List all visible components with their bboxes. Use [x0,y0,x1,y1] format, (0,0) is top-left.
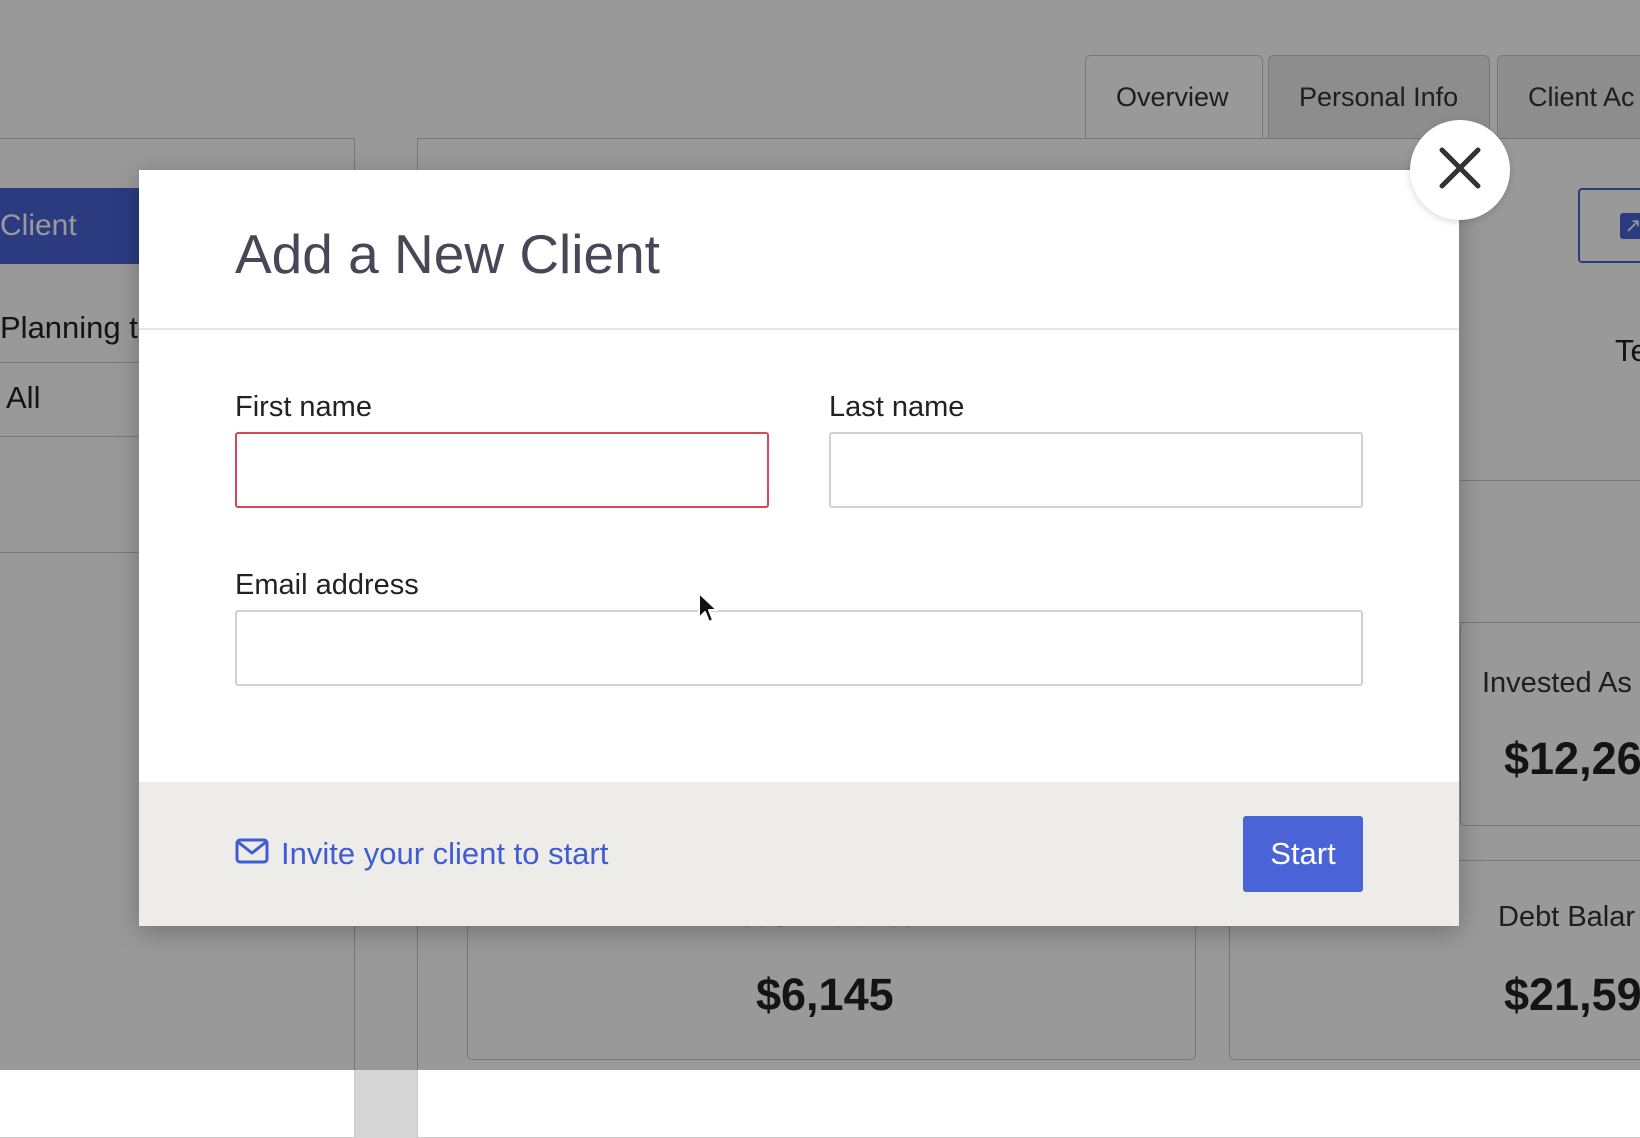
close-icon [1438,146,1482,195]
start-button[interactable]: Start [1243,816,1363,892]
close-button[interactable] [1410,120,1510,220]
envelope-icon [235,836,269,872]
last-name-input[interactable] [829,432,1363,508]
modal-title: Add a New Client [235,223,660,285]
first-name-label: First name [235,391,372,423]
mouse-pointer-icon [697,591,719,630]
email-input[interactable] [235,610,1363,686]
modal-footer: Invite your client to start Start [139,782,1459,926]
add-client-modal: Add a New Client First name Last name Em… [139,170,1459,926]
invite-client-link[interactable]: Invite your client to start [235,836,608,872]
first-name-input[interactable] [235,432,769,508]
invite-label: Invite your client to start [281,836,609,871]
email-label: Email address [235,569,419,601]
last-name-label: Last name [829,391,965,423]
modal-divider [139,328,1459,330]
